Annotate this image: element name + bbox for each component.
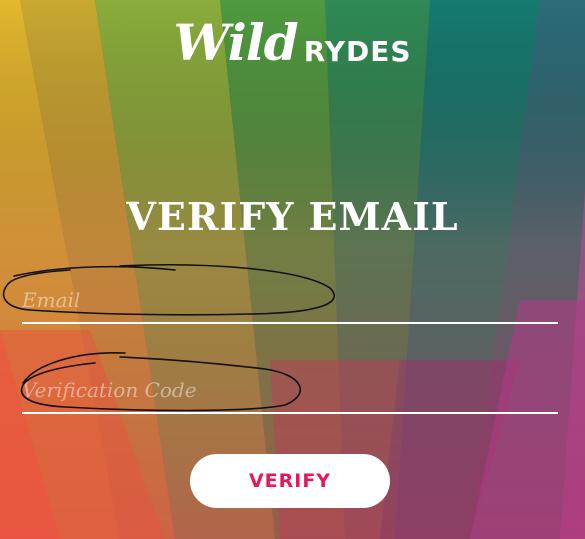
page-title: VERIFY EMAIL (126, 194, 459, 239)
verification-code-field (22, 368, 558, 414)
email-field (22, 278, 558, 324)
brand-caps: RYDES (303, 35, 412, 68)
brand-script: Wild (173, 13, 298, 72)
verify-button[interactable]: VERIFY (190, 454, 390, 508)
email-input[interactable] (22, 278, 558, 322)
verification-code-input[interactable] (22, 368, 558, 412)
brand-logo: Wild RYDES (0, 14, 585, 72)
